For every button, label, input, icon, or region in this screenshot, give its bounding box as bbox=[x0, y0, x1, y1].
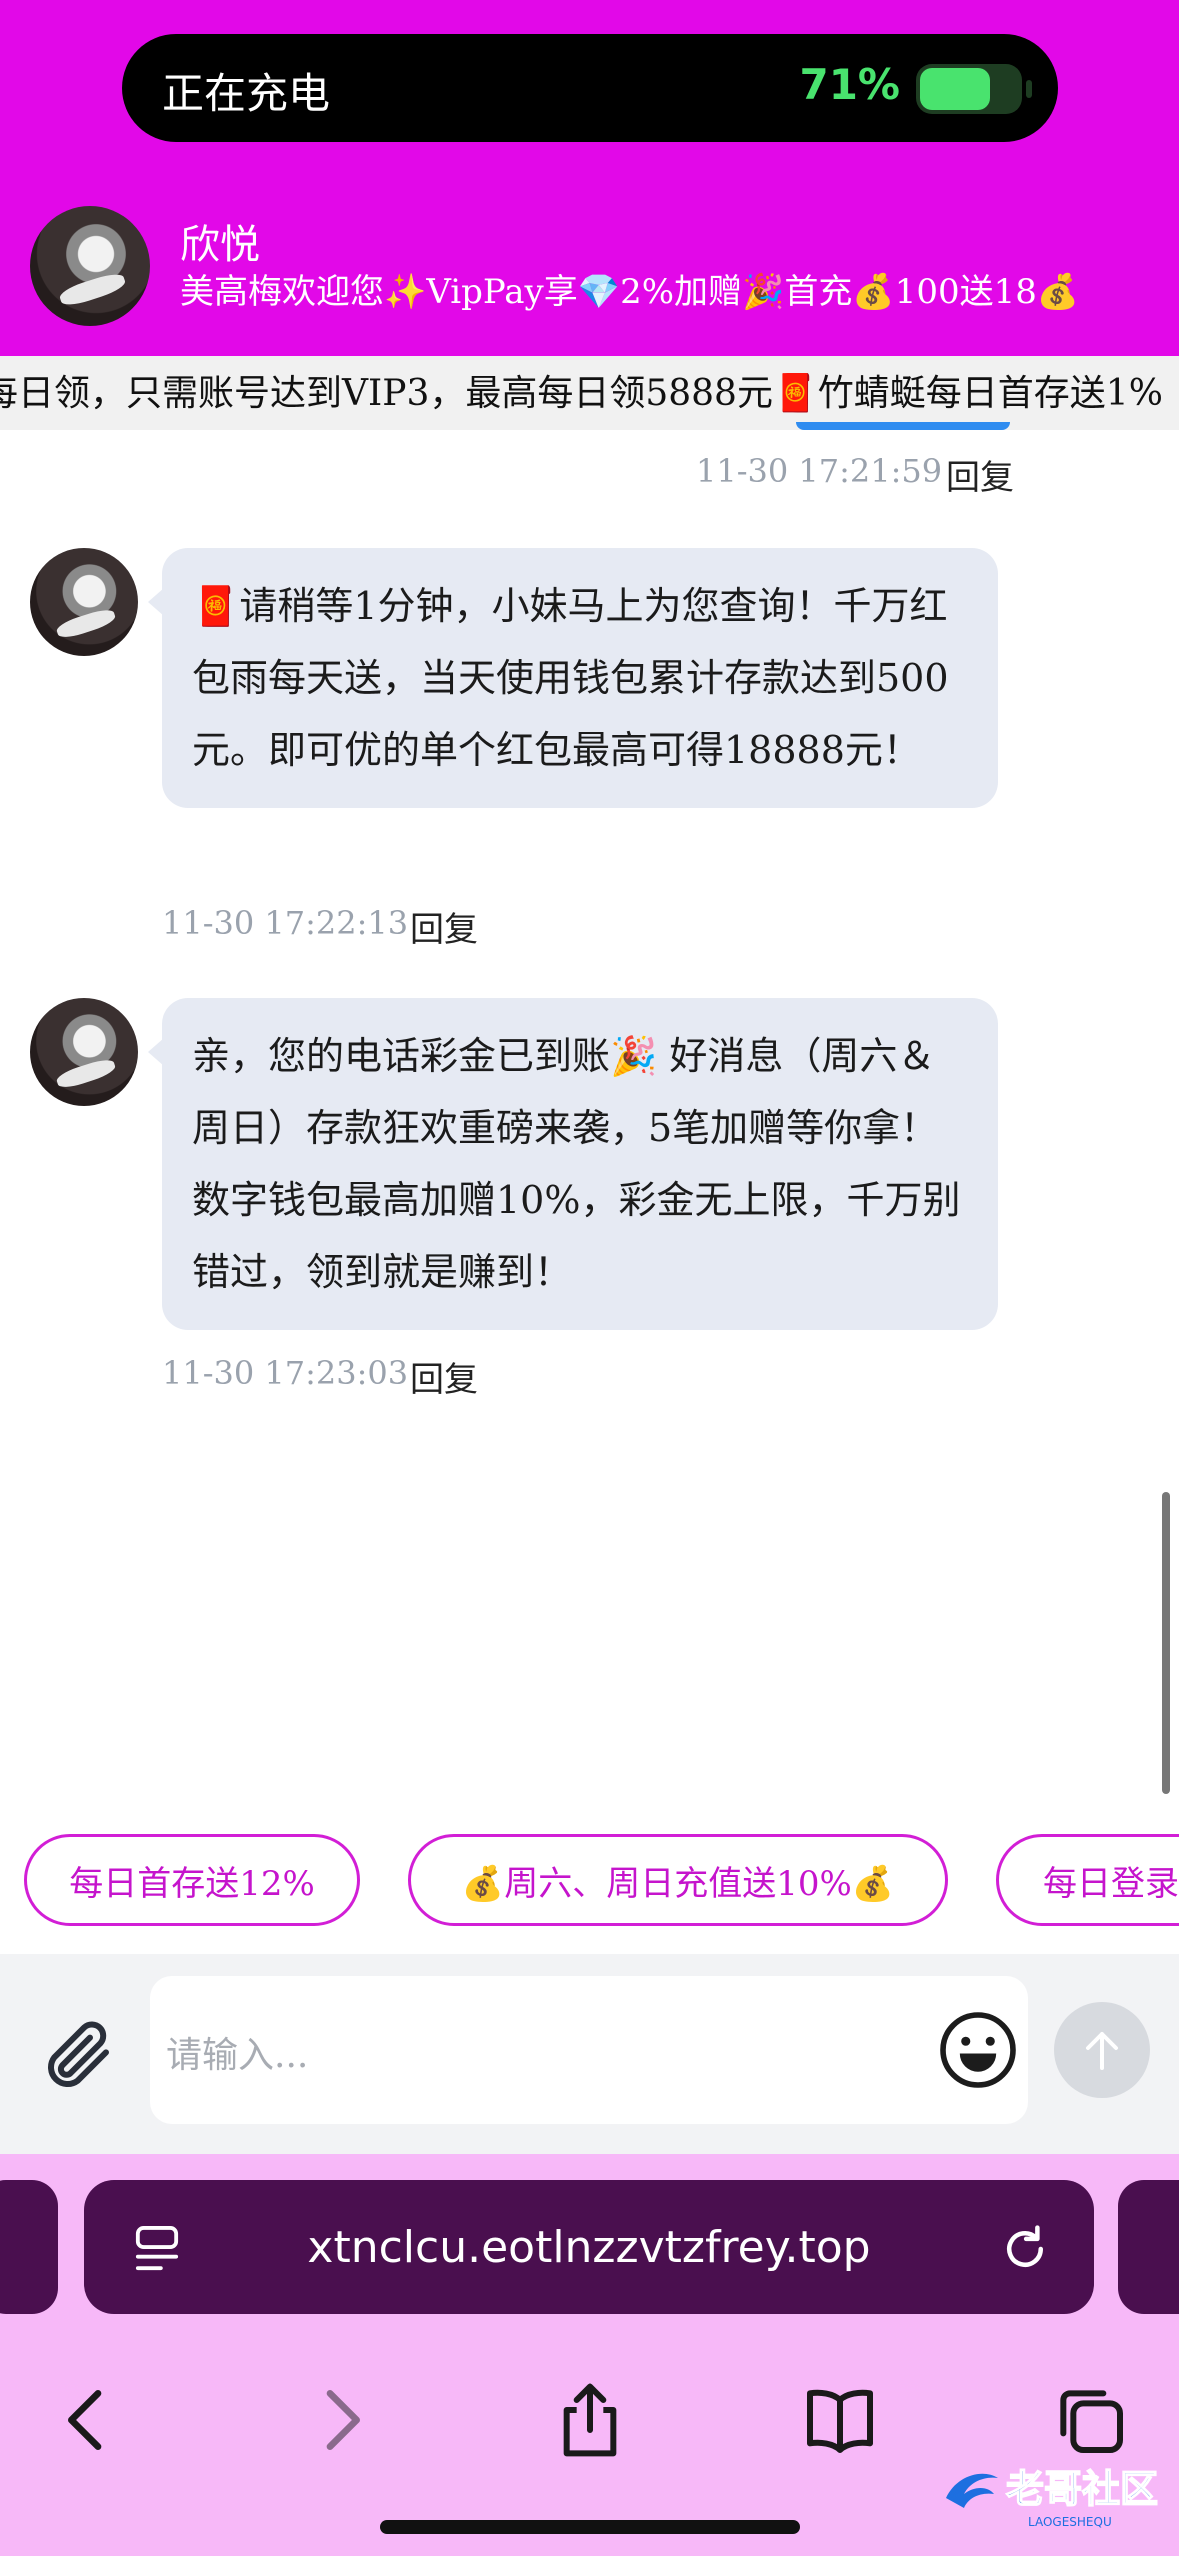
chat-scrollbar[interactable] bbox=[1162, 1492, 1170, 1794]
svg-text:老哥社区: 老哥社区 bbox=[1006, 2467, 1158, 2511]
agent-subtitle: 美高梅欢迎您✨VipPay享💎2%加赠🎉首充💰100送18💰 bbox=[180, 272, 1080, 312]
emoji-icon[interactable] bbox=[936, 2008, 1020, 2092]
send-button[interactable] bbox=[1054, 2002, 1150, 2098]
quick-reply-chip[interactable]: 每日首存送12% bbox=[24, 1834, 360, 1926]
message-time: 11-30 17:21:59 bbox=[696, 452, 943, 490]
battery-icon bbox=[916, 64, 1032, 114]
battery-percent: 71% bbox=[799, 60, 900, 109]
bookmarks-icon[interactable] bbox=[800, 2380, 880, 2460]
message-composer: 请输入... bbox=[0, 1954, 1179, 2154]
message-time: 11-30 17:22:13 bbox=[162, 904, 409, 942]
announcement-text: 每日领，只需账号达到VIP3，最高每日领5888元🧧竹蜻蜓每日首存送1% bbox=[0, 373, 1163, 414]
tabs-icon[interactable] bbox=[1050, 2380, 1130, 2460]
message-avatar[interactable] bbox=[30, 548, 138, 656]
quick-reply-bar: 每日首存送12% 💰周六、周日充值送10%💰 每日登录 bbox=[0, 1806, 1179, 1954]
arrow-up-icon bbox=[1086, 2032, 1118, 2070]
previous-message-bubble-edge bbox=[796, 422, 1010, 430]
message-input[interactable]: 请输入... bbox=[150, 1976, 1028, 2124]
quick-reply-chip[interactable]: 每日登录 bbox=[996, 1834, 1179, 1926]
agent-avatar[interactable] bbox=[30, 206, 150, 326]
charging-label: 正在充电 bbox=[162, 69, 331, 118]
forward-icon[interactable] bbox=[300, 2380, 380, 2460]
watermark-logo: 老哥社区 LAOGESHEQU bbox=[946, 2466, 1159, 2529]
address-bar[interactable]: xtnclcu.eotlnzzvtzfrey.top bbox=[84, 2180, 1094, 2314]
home-indicator bbox=[380, 2520, 800, 2534]
previous-tab-preview[interactable] bbox=[0, 2180, 58, 2314]
svg-text:LAOGESHEQU: LAOGESHEQU bbox=[1028, 2515, 1112, 2529]
message-input-placeholder: 请输入... bbox=[166, 2035, 309, 2076]
next-tab-preview[interactable] bbox=[1118, 2180, 1179, 2314]
announcement-marquee: 每日领，只需账号达到VIP3，最高每日领5888元🧧竹蜻蜓每日首存送1% bbox=[0, 356, 1179, 430]
message-avatar[interactable] bbox=[30, 998, 138, 1106]
reply-link[interactable]: 回复 bbox=[946, 450, 1014, 499]
quick-reply-chip[interactable]: 💰周六、周日充值送10%💰 bbox=[408, 1834, 948, 1926]
share-icon[interactable] bbox=[550, 2380, 630, 2460]
reply-link[interactable]: 回复 bbox=[410, 1352, 478, 1401]
message-bubble: 亲，您的电话彩金已到账🎉 好消息（周六＆周日）存款狂欢重磅来袭，5笔加赠等你拿！… bbox=[148, 998, 998, 1330]
battery-level-fill bbox=[920, 68, 990, 110]
chat-header: 正在充电 71% 欣悦 美高梅欢迎您✨VipPay享💎2%加赠🎉首充💰100送1… bbox=[0, 0, 1179, 356]
message-time: 11-30 17:23:03 bbox=[162, 1354, 409, 1392]
back-icon[interactable] bbox=[48, 2380, 128, 2460]
paperclip-icon[interactable] bbox=[36, 2014, 116, 2094]
reload-icon[interactable] bbox=[998, 2222, 1052, 2276]
message-bubble: 🧧请稍等1分钟，小妹马上为您查询！千万红包雨每天送，当天使用钱包累计存款达到50… bbox=[148, 548, 998, 808]
reply-link[interactable]: 回复 bbox=[410, 902, 478, 951]
url-text: xtnclcu.eotlnzzvtzfrey.top bbox=[307, 2222, 871, 2273]
agent-name: 欣悦 bbox=[180, 222, 260, 268]
charging-status-island: 正在充电 71% bbox=[122, 34, 1058, 142]
browser-toolbar: xtnclcu.eotlnzzvtzfrey.top 老哥社区 LAOGESHE… bbox=[0, 2154, 1179, 2556]
